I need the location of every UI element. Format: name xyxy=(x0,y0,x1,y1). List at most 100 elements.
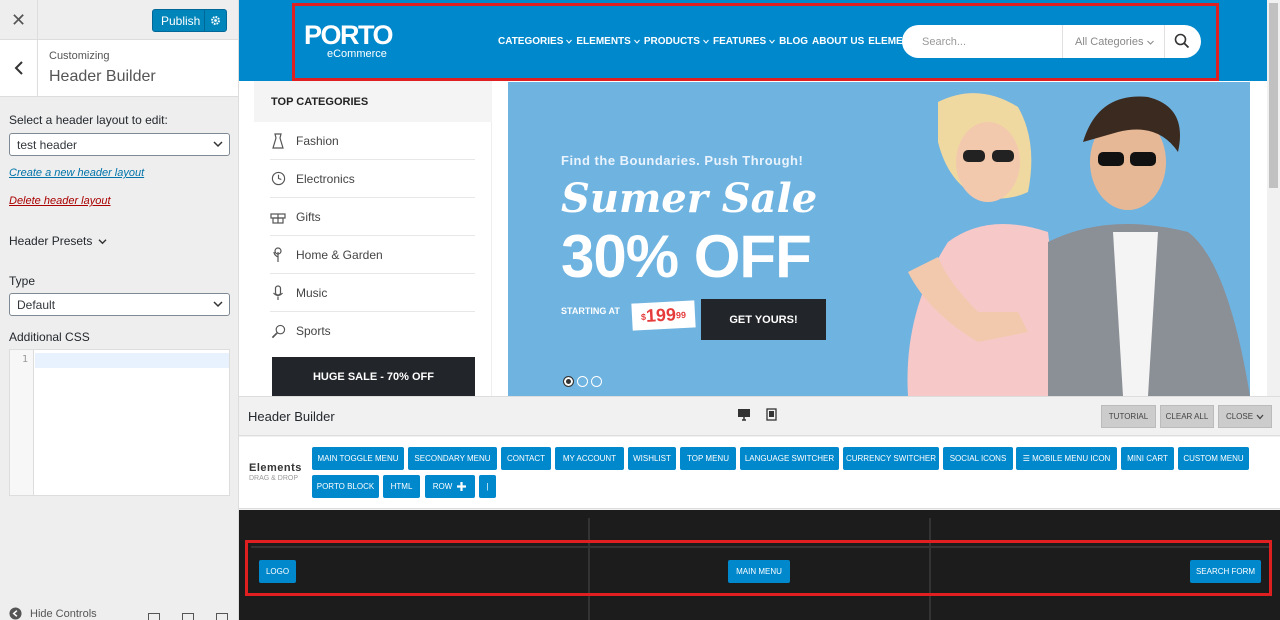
categories-heading: TOP CATEGORIES xyxy=(271,96,369,108)
delete-layout-link[interactable]: Delete header layout xyxy=(9,195,111,207)
slot-main-menu[interactable]: MAIN MENU xyxy=(728,560,790,583)
category-label: Fashion xyxy=(296,133,339,148)
customizer-panel: ✕ Publish Customizing Header Builder Sel… xyxy=(0,0,239,620)
mobile-icon[interactable] xyxy=(216,613,228,620)
back-button[interactable] xyxy=(0,40,38,96)
desktop-icon[interactable] xyxy=(737,408,751,424)
slot-search-form[interactable]: SEARCH FORM xyxy=(1190,560,1261,583)
element-my-account[interactable]: MY ACCOUNT xyxy=(555,447,624,470)
banner-starting-label: STARTING AT xyxy=(561,306,620,316)
builder-canvas: LOGO MAIN MENU SEARCH FORM xyxy=(239,510,1280,620)
panel-section-header: Customizing Header Builder xyxy=(0,40,238,97)
css-editor[interactable]: 1 xyxy=(9,349,230,496)
active-line xyxy=(35,353,229,368)
hero-banner: Find the Boundaries. Push Through! Sumer… xyxy=(508,82,1250,396)
chevron-down-icon xyxy=(98,238,107,244)
gear-icon[interactable] xyxy=(204,10,226,31)
builder-elements-panel: Elements DRAG & DROP MAIN TOGGLE MENU SE… xyxy=(239,437,1280,509)
slider-dots xyxy=(563,376,602,387)
slider-dot-3[interactable] xyxy=(591,376,602,387)
preview-scrollbar[interactable] xyxy=(1267,0,1280,396)
elements-subtitle: DRAG & DROP xyxy=(249,475,299,482)
category-item-gifts[interactable]: Gifts xyxy=(270,198,475,236)
banner-script-title: Sumer Sale xyxy=(561,175,818,222)
category-item-music[interactable]: Music xyxy=(270,274,475,312)
element-divider[interactable]: | xyxy=(479,475,496,498)
hide-controls-label: Hide Controls xyxy=(30,607,97,620)
chevron-left-icon xyxy=(14,61,23,75)
section-title: Header Builder xyxy=(49,68,156,85)
price-cents: 99 xyxy=(675,309,687,320)
categories-heading-bar: TOP CATEGORIES xyxy=(254,81,492,122)
clock-icon xyxy=(270,171,286,187)
element-language-switcher[interactable]: LANGUAGE SWITCHER xyxy=(740,447,839,470)
get-yours-button[interactable]: GET YOURS! xyxy=(701,299,826,340)
header-highlight-box xyxy=(292,3,1219,81)
collapse-icon xyxy=(9,607,22,620)
tablet-icon[interactable] xyxy=(182,613,194,620)
additional-css-label: Additional CSS xyxy=(9,330,90,344)
element-social-icons[interactable]: SOCIAL ICONS xyxy=(943,447,1013,470)
header-builder-bar: Header Builder TUTORIAL CLEAR ALL CLOSE xyxy=(239,396,1280,436)
element-mini-cart[interactable]: MINI CART xyxy=(1121,447,1174,470)
element-mobile-menu-icon[interactable]: ☰ MOBILE MENU ICON xyxy=(1016,447,1117,470)
category-label: Sports xyxy=(296,324,331,338)
close-icon: ✕ xyxy=(10,9,27,30)
tutorial-button[interactable]: TUTORIAL xyxy=(1101,405,1156,428)
clear-all-button[interactable]: CLEAR ALL xyxy=(1160,405,1214,428)
header-builder-title: Header Builder xyxy=(248,409,335,424)
layout-select-value: test header xyxy=(17,137,78,152)
close-label: CLOSE xyxy=(1225,412,1254,421)
select-layout-label: Select a header layout to edit: xyxy=(9,113,168,127)
line-number: 1 xyxy=(21,354,28,365)
category-item-fashion[interactable]: Fashion xyxy=(270,122,475,160)
element-contact[interactable]: CONTACT xyxy=(501,447,551,470)
element-custom-menu[interactable]: CUSTOM MENU xyxy=(1178,447,1249,470)
slot-logo[interactable]: LOGO xyxy=(259,560,296,583)
category-item-electronics[interactable]: Electronics xyxy=(270,160,475,198)
create-layout-link[interactable]: Create a new header layout xyxy=(9,167,144,179)
hide-controls-button[interactable]: Hide Controls xyxy=(9,607,97,620)
category-label: Gifts xyxy=(296,209,321,224)
element-top-menu[interactable]: TOP MENU xyxy=(680,447,736,470)
close-builder-button[interactable]: CLOSE xyxy=(1218,405,1272,428)
dress-icon xyxy=(270,132,286,149)
tablet-icon[interactable] xyxy=(766,408,777,424)
banner-tagline: Find the Boundaries. Push Through! xyxy=(561,153,804,168)
racket-icon xyxy=(270,323,286,339)
desktop-icon[interactable] xyxy=(148,613,160,620)
huge-sale-button[interactable]: HUGE SALE - 70% OFF xyxy=(272,357,475,396)
elements-title: Elements xyxy=(249,462,302,474)
device-preview-icons xyxy=(148,613,228,620)
layout-select[interactable]: test header xyxy=(9,133,230,156)
plus-icon xyxy=(457,482,467,491)
panel-toolbar: ✕ Publish xyxy=(0,0,238,40)
element-wishlist[interactable]: WISHLIST xyxy=(628,447,676,470)
chevron-down-icon xyxy=(213,301,223,308)
slider-dot-1[interactable] xyxy=(563,376,574,387)
header-presets-toggle[interactable]: Header Presets xyxy=(9,234,107,248)
category-label: Electronics xyxy=(296,171,355,186)
element-html[interactable]: HTML xyxy=(383,475,420,498)
scrollbar-thumb[interactable] xyxy=(1269,3,1278,188)
top-categories: TOP CATEGORIES Fashion Electronics Gifts… xyxy=(254,81,492,396)
category-item-home-garden[interactable]: Home & Garden xyxy=(270,236,475,274)
publish-label: Publish xyxy=(161,13,201,28)
row-label: ROW xyxy=(432,482,453,491)
price-tag: $199 99 xyxy=(631,300,696,331)
microphone-icon xyxy=(270,284,286,301)
element-secondary-menu[interactable]: SECONDARY MENU xyxy=(408,447,497,470)
site-preview: PORTO eCommerce CATEGORIES ELEMENTS PROD… xyxy=(239,0,1280,396)
category-item-sports[interactable]: Sports xyxy=(270,312,475,350)
element-currency-switcher[interactable]: CURRENCY SWITCHER xyxy=(843,447,939,470)
line-gutter: 1 xyxy=(10,350,34,495)
element-porto-block[interactable]: PORTO BLOCK xyxy=(312,475,379,498)
element-main-toggle-menu[interactable]: MAIN TOGGLE MENU xyxy=(312,447,404,470)
chevron-down-icon xyxy=(1256,414,1264,419)
element-row[interactable]: ROW xyxy=(425,475,475,498)
close-customizer-button[interactable]: ✕ xyxy=(0,0,38,40)
builder-device-switch xyxy=(737,408,777,424)
slider-dot-2[interactable] xyxy=(577,376,588,387)
type-select[interactable]: Default xyxy=(9,293,230,316)
publish-button[interactable]: Publish xyxy=(152,9,227,32)
